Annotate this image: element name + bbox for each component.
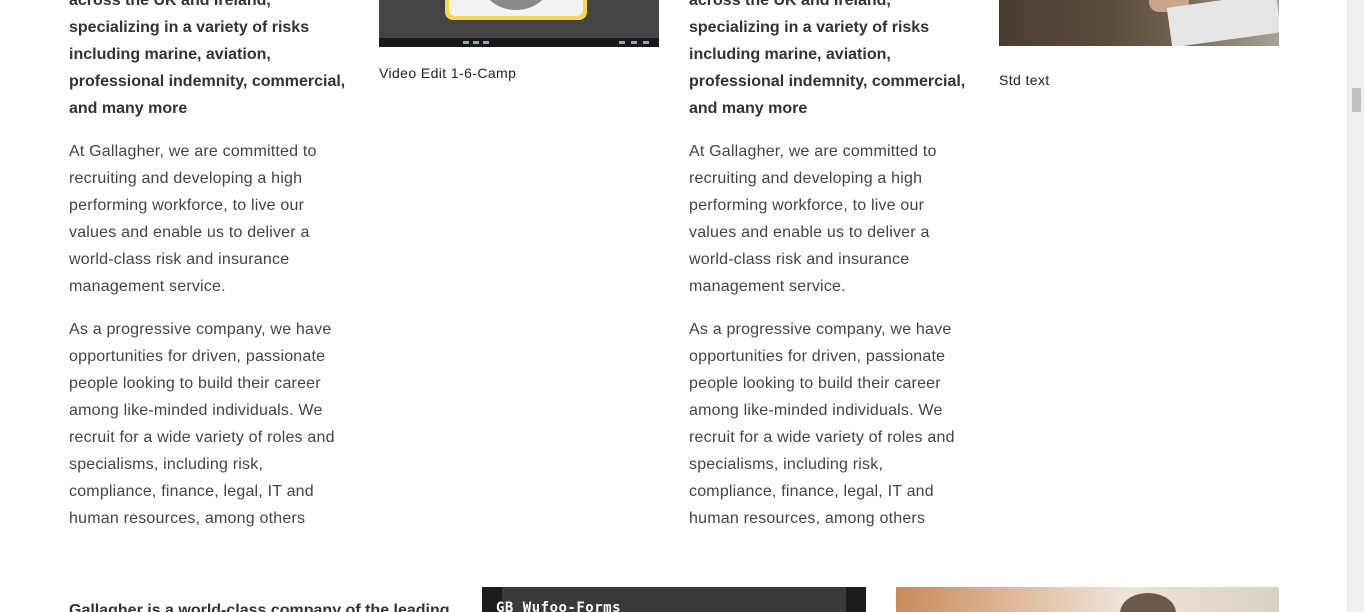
paragraph-line: recruiting and developing a high — [69, 170, 303, 187]
intro-line: specializing in a variety of risks — [69, 19, 310, 36]
intro-text: across the UK and Ireland, specializing … — [689, 0, 979, 122]
paragraph-line: As a progressive company, we have — [689, 321, 952, 338]
intro-line: including marine, aviation, — [689, 46, 891, 63]
intro-line: and many more — [689, 100, 808, 117]
paragraph-line: human resources, among others — [689, 510, 926, 527]
paragraph-line: values and enable us to deliver a — [69, 224, 310, 241]
paragraph-line: world-class risk and insurance — [69, 251, 290, 268]
scrollbar-thumb[interactable] — [1352, 88, 1361, 112]
bottom-heading: Gallagher is a world-class company of th… — [69, 602, 450, 612]
photo-detail — [1166, 0, 1279, 46]
paragraph-line: people looking to build their career — [69, 375, 321, 392]
paragraph-line: among like-minded individuals. We — [689, 402, 943, 419]
paragraph-line: among like-minded individuals. We — [69, 402, 323, 419]
paragraph-line: values and enable us to deliver a — [689, 224, 930, 241]
text-column-left: across the UK and Ireland, specializing … — [69, 0, 359, 532]
wufoo-video-thumbnail[interactable]: GB_Wufoo-Forms — [482, 587, 866, 612]
photo-thumbnail[interactable] — [999, 0, 1279, 46]
paragraph-line: world-class risk and insurance — [689, 251, 910, 268]
opportunities-paragraph: As a progressive company, we have opport… — [69, 316, 359, 532]
intro-line: across the UK and Ireland, — [69, 0, 271, 9]
paragraph-line: performing workforce, to live our — [689, 197, 925, 214]
photo-detail — [1120, 593, 1176, 612]
paragraph-line: As a progressive company, we have — [69, 321, 332, 338]
people-photo[interactable] — [896, 587, 1279, 612]
paragraph-line: management service. — [689, 278, 846, 295]
paragraph-line: people looking to build their career — [689, 375, 941, 392]
paragraph-line: recruit for a wide variety of roles and — [689, 429, 955, 446]
paragraph-line: management service. — [69, 278, 226, 295]
paragraph-line: compliance, finance, legal, IT and — [69, 483, 314, 500]
intro-line: and many more — [69, 100, 188, 117]
page: across the UK and Ireland, specializing … — [0, 0, 1364, 612]
paragraph-line: compliance, finance, legal, IT and — [689, 483, 934, 500]
video-thumbnail[interactable] — [379, 0, 659, 47]
paragraph-line: performing workforce, to live our — [69, 197, 305, 214]
video-caption[interactable]: Video Edit 1-6-Camp — [379, 65, 516, 81]
paragraph-line: At Gallagher, we are committed to — [69, 143, 317, 160]
intro-line: professional indemnity, commercial, — [69, 73, 346, 90]
paragraph-line: human resources, among others — [69, 510, 306, 527]
paragraph-line: opportunities for driven, passionate — [69, 348, 326, 365]
commitment-paragraph: At Gallagher, we are committed to recrui… — [69, 138, 359, 300]
paragraph-line: opportunities for driven, passionate — [689, 348, 946, 365]
vertical-scrollbar[interactable] — [1347, 0, 1364, 612]
text-column-right: across the UK and Ireland, specializing … — [689, 0, 979, 532]
paragraph-line: recruiting and developing a high — [689, 170, 923, 187]
video-title: GB_Wufoo-Forms — [496, 600, 622, 612]
intro-line: professional indemnity, commercial, — [689, 73, 966, 90]
intro-line: including marine, aviation, — [69, 46, 271, 63]
intro-text: across the UK and Ireland, specializing … — [69, 0, 359, 122]
thumbnail-taskbar — [379, 38, 659, 47]
commitment-paragraph: At Gallagher, we are committed to recrui… — [689, 138, 979, 300]
paragraph-line: recruit for a wide variety of roles and — [69, 429, 335, 446]
intro-line: across the UK and Ireland, — [689, 0, 891, 9]
opportunities-paragraph: As a progressive company, we have opport… — [689, 316, 979, 532]
paragraph-line: At Gallagher, we are committed to — [689, 143, 937, 160]
paragraph-line: specialisms, including risk, — [689, 456, 884, 473]
intro-line: specializing in a variety of risks — [689, 19, 930, 36]
paragraph-line: specialisms, including risk, — [69, 456, 264, 473]
photo-caption[interactable]: Std text — [999, 72, 1050, 88]
